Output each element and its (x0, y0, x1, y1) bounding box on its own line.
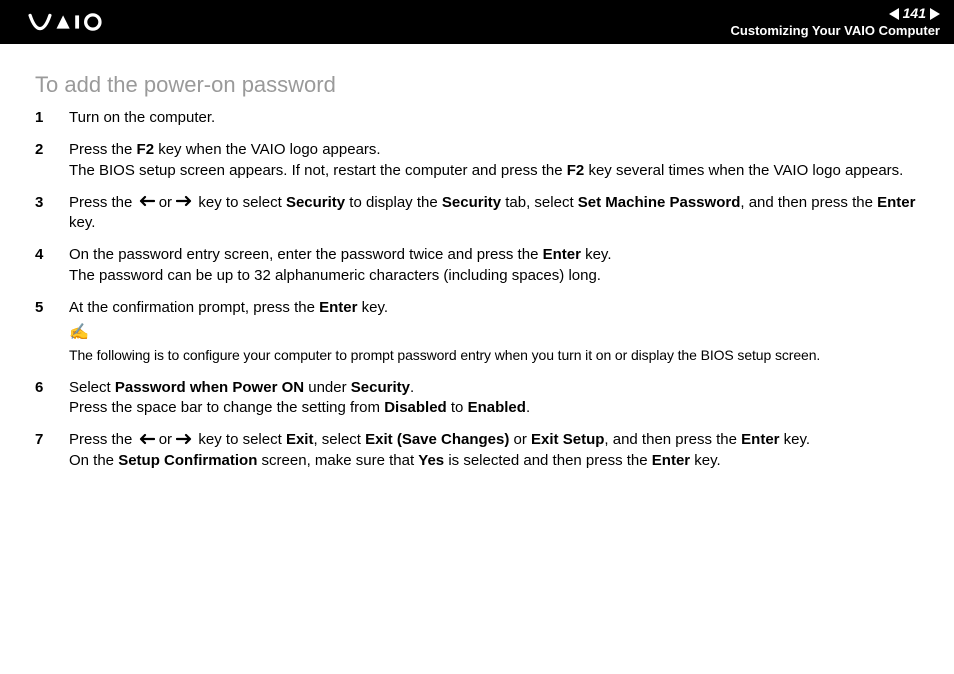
step-text: key. (357, 299, 388, 316)
step-text: key when the VAIO logo appears. (154, 141, 381, 158)
key-enter: Enter (877, 194, 915, 211)
key-enter: Enter (543, 246, 581, 263)
section-title: Customizing Your VAIO Computer (731, 24, 940, 38)
page-next-icon[interactable] (930, 8, 940, 20)
step-7: Press the or key to select Exit, select … (35, 430, 924, 471)
step-text: is selected and then press the (444, 452, 652, 469)
step-text: , and then press the (740, 194, 877, 211)
key-enter: Enter (319, 299, 357, 316)
step-text: , select (313, 431, 365, 448)
step-2: Press the F2 key when the VAIO logo appe… (35, 140, 924, 181)
label-enabled: Enabled (468, 399, 526, 416)
label-password-when-power-on: Password when Power ON (115, 379, 304, 396)
arrow-left-icon (137, 433, 155, 448)
steps-list: Turn on the computer. Press the F2 key w… (35, 108, 924, 471)
step-text: key several times when the VAIO logo app… (584, 162, 903, 179)
step-text: The BIOS setup screen appears. If not, r… (69, 162, 567, 179)
key-enter: Enter (741, 431, 779, 448)
step-5: At the confirmation prompt, press the En… (35, 298, 924, 366)
label-exit: Exit (286, 431, 314, 448)
header-right: 141 Customizing Your VAIO Computer (731, 6, 940, 38)
step-text: Press the (69, 194, 137, 211)
step-text: Press the space bar to change the settin… (69, 399, 384, 416)
arrow-right-icon (176, 433, 194, 448)
label-security: Security (442, 194, 501, 211)
note-block: ✍ The following is to configure your com… (69, 322, 924, 366)
step-text: On the password entry screen, enter the … (69, 246, 543, 263)
key-f2: F2 (567, 162, 585, 179)
step-text: key. (581, 246, 612, 263)
label-exit-save-changes: Exit (Save Changes) (365, 431, 509, 448)
page-number: 141 (903, 6, 926, 21)
step-4: On the password entry screen, enter the … (35, 245, 924, 286)
note-icon: ✍ (69, 322, 924, 344)
label-exit-setup: Exit Setup (531, 431, 604, 448)
arrow-right-icon (176, 195, 194, 210)
step-text: . (410, 379, 414, 396)
step-6: Select Password when Power ON under Secu… (35, 378, 924, 419)
step-text: key. (69, 214, 95, 231)
step-text: screen, make sure that (257, 452, 418, 469)
step-3: Press the or key to select Security to d… (35, 193, 924, 234)
step-text: key. (690, 452, 721, 469)
label-security: Security (286, 194, 345, 211)
label-set-machine-password: Set Machine Password (578, 194, 741, 211)
step-text: Turn on the computer. (69, 109, 215, 126)
step-text: At the confirmation prompt, press the (69, 299, 319, 316)
step-text: to (447, 399, 468, 416)
label-setup-confirmation: Setup Confirmation (118, 452, 257, 469)
step-text: , and then press the (604, 431, 741, 448)
step-text: tab, select (501, 194, 578, 211)
page-content: To add the power-on password Turn on the… (0, 44, 954, 493)
step-text: . (526, 399, 530, 416)
step-text: key to select (194, 194, 286, 211)
step-text: or (155, 194, 177, 211)
page-number-row: 141 (731, 6, 940, 21)
step-1: Turn on the computer. (35, 108, 924, 128)
page-header: 141 Customizing Your VAIO Computer (0, 0, 954, 44)
step-text: or (155, 431, 177, 448)
label-yes: Yes (418, 452, 444, 469)
step-text: Press the (69, 431, 137, 448)
step-text: under (304, 379, 351, 396)
step-text: On the (69, 452, 118, 469)
arrow-left-icon (137, 195, 155, 210)
content-heading: To add the power-on password (35, 72, 924, 98)
key-f2: F2 (137, 141, 155, 158)
label-disabled: Disabled (384, 399, 447, 416)
note-text: The following is to configure your compu… (69, 347, 820, 363)
step-text: to display the (345, 194, 442, 211)
step-text: key. (780, 431, 811, 448)
step-text: The password can be up to 32 alphanumeri… (69, 267, 601, 284)
step-text: Press the (69, 141, 137, 158)
step-text: Select (69, 379, 115, 396)
step-text: key to select (194, 431, 286, 448)
page-prev-icon[interactable] (889, 8, 899, 20)
vaio-logo (18, 0, 128, 44)
label-security: Security (351, 379, 410, 396)
step-text: or (509, 431, 531, 448)
key-enter: Enter (652, 452, 690, 469)
